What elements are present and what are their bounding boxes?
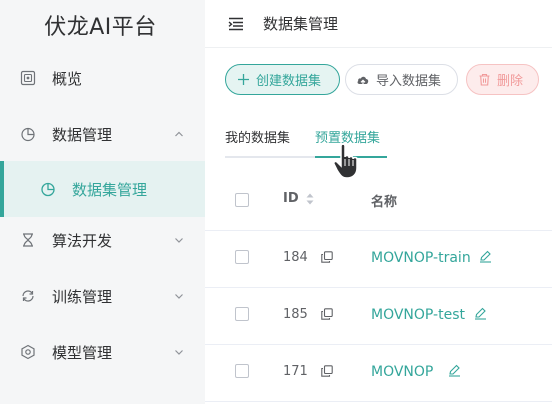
row-id: 171 (283, 364, 308, 379)
chevron-up-icon (173, 128, 185, 140)
delete-button[interactable]: 删除 (466, 64, 539, 95)
sidebar-item-label: 数据集管理 (72, 180, 148, 199)
copy-icon[interactable] (321, 365, 333, 377)
row-checkbox[interactable] (235, 364, 249, 378)
active-indicator (0, 161, 4, 217)
cloud-upload-icon (356, 73, 370, 87)
select-all-checkbox[interactable] (235, 193, 249, 207)
hourglass-icon (20, 232, 36, 248)
chevron-down-icon (173, 346, 185, 358)
dataset-tabs: 我的数据集 预置数据集 (225, 128, 552, 158)
column-header-id-label: ID (283, 191, 299, 206)
page-title: 数据集管理 (263, 15, 339, 33)
dataset-name-link[interactable]: MOVNOP-train (371, 250, 471, 266)
column-header-id[interactable]: ID (283, 191, 315, 206)
sidebar-item-model-management[interactable]: 模型管理 (0, 324, 205, 380)
edit-icon[interactable] (479, 250, 492, 263)
dataset-name-link[interactable]: MOVNOP (371, 364, 433, 380)
app-logo-title: 伏龙AI平台 (44, 15, 157, 40)
copy-icon[interactable] (321, 308, 333, 320)
pie-chart-icon (40, 181, 56, 197)
edit-icon[interactable] (474, 307, 487, 320)
import-dataset-button[interactable]: 导入数据集 (345, 64, 458, 95)
dataset-name-link[interactable]: MOVNOP-test (371, 307, 465, 323)
sidebar-item-label: 训练管理 (52, 287, 113, 306)
table-header-row: ID 名称 (205, 174, 552, 231)
sync-icon (20, 288, 36, 304)
sidebar: 伏龙AI平台 概览 数据管理 数据集管理 算法开发 训练管理 模型管理 (0, 0, 205, 404)
column-header-name: 名称 (371, 195, 398, 210)
table-row: 184 MOVNOP-train (205, 231, 552, 288)
hand-cursor-icon (333, 143, 358, 179)
row-id: 184 (283, 250, 308, 265)
sidebar-item-overview[interactable]: 概览 (0, 50, 205, 106)
sidebar-item-label: 概览 (52, 69, 83, 88)
plus-icon (236, 73, 250, 87)
import-dataset-label: 导入数据集 (376, 74, 442, 89)
delete-label: 删除 (497, 74, 524, 89)
trash-icon (477, 73, 491, 87)
dashboard-icon (20, 70, 36, 86)
create-dataset-button[interactable]: 创建数据集 (225, 64, 340, 95)
row-checkbox[interactable] (235, 250, 249, 264)
sidebar-item-data-management[interactable]: 数据管理 (0, 106, 205, 162)
edit-icon[interactable] (448, 364, 461, 377)
pie-chart-icon (20, 126, 36, 142)
sort-icon[interactable] (305, 192, 315, 206)
chevron-down-icon (173, 290, 185, 302)
sidebar-item-algorithm-dev[interactable]: 算法开发 (0, 212, 205, 268)
sidebar-item-label: 数据管理 (52, 125, 113, 144)
sidebar-item-training[interactable]: 训练管理 (0, 268, 205, 324)
sidebar-item-label: 算法开发 (52, 231, 113, 250)
table-row: 171 MOVNOP (205, 345, 552, 402)
app-root: 伏龙AI平台 概览 数据管理 数据集管理 算法开发 训练管理 模型管理 数据集管… (0, 0, 552, 404)
top-header: 数据集管理 (205, 0, 552, 48)
copy-icon[interactable] (321, 251, 333, 263)
tab-my-datasets[interactable]: 我的数据集 (225, 128, 290, 158)
cube-gear-icon (20, 344, 36, 360)
sidebar-item-dataset-management[interactable]: 数据集管理 (0, 161, 205, 217)
table-row: 185 MOVNOP-test (205, 288, 552, 345)
row-checkbox[interactable] (235, 307, 249, 321)
sidebar-item-label: 模型管理 (52, 343, 113, 362)
chevron-down-icon (173, 234, 185, 246)
row-id: 185 (283, 307, 308, 322)
menu-fold-icon[interactable] (227, 15, 245, 33)
create-dataset-label: 创建数据集 (256, 74, 322, 89)
